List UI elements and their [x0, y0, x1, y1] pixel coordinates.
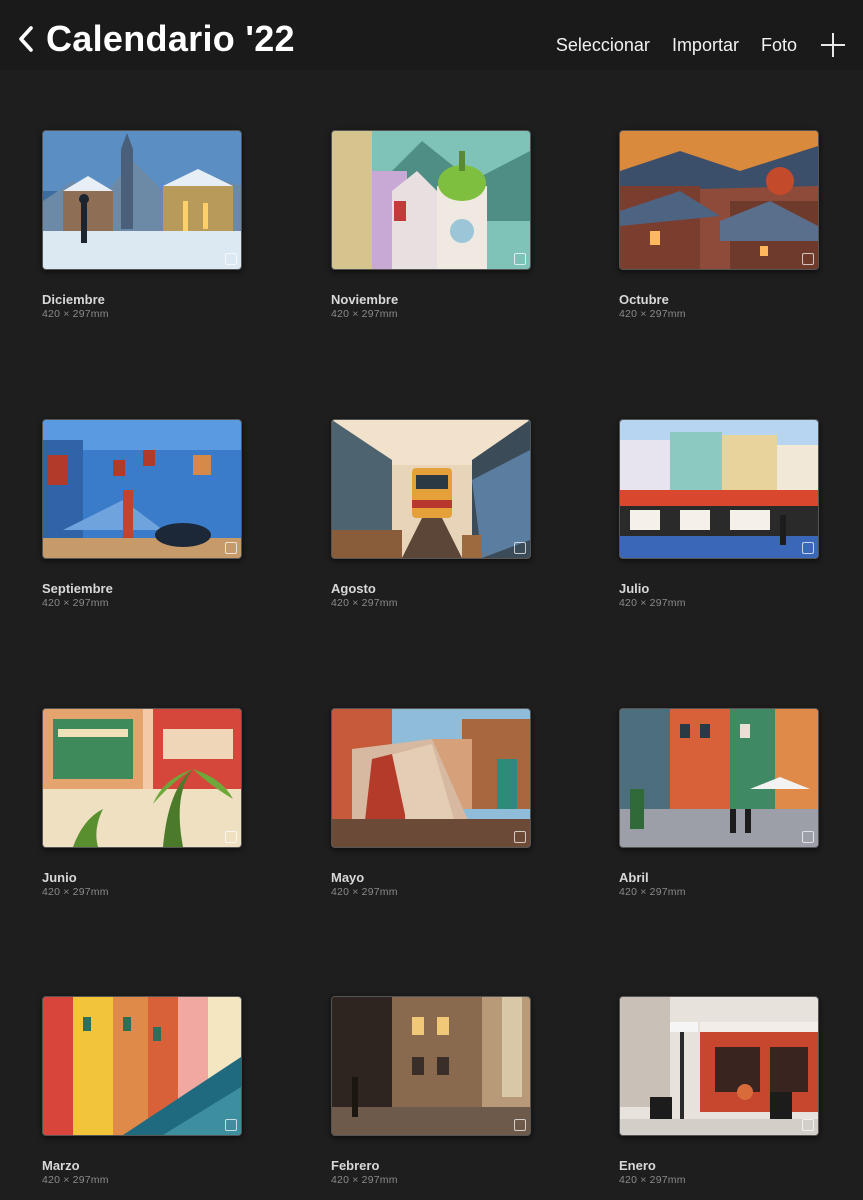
artwork-gallery: Diciembre 420 × 297mm Noviembre 420 × 29… [0, 70, 863, 1200]
artwork-thumbnail[interactable] [331, 996, 531, 1136]
artwork-card-junio[interactable]: Junio 420 × 297mm [42, 708, 242, 899]
artwork-thumbnail[interactable] [42, 419, 242, 559]
artwork-size: 420 × 297mm [619, 597, 686, 609]
select-button[interactable]: Seleccionar [556, 30, 650, 60]
artwork-size: 420 × 297mm [42, 597, 109, 609]
signature-mark [802, 253, 814, 265]
photo-button[interactable]: Foto [761, 30, 797, 60]
artwork-thumbnail[interactable] [42, 708, 242, 848]
artwork-card-octubre[interactable]: Octubre 420 × 297mm [619, 130, 819, 321]
artwork-card-agosto[interactable]: Agosto 420 × 297mm [331, 419, 531, 610]
artwork-size: 420 × 297mm [619, 1174, 686, 1186]
artwork-title: Marzo [42, 1158, 80, 1173]
back-button[interactable] [14, 24, 40, 54]
artwork-title: Abril [619, 870, 649, 885]
signature-mark [802, 831, 814, 843]
signature-mark [225, 1119, 237, 1131]
artwork-card-noviembre[interactable]: Noviembre 420 × 297mm [331, 130, 531, 321]
artwork-card-marzo[interactable]: Marzo 420 × 297mm [42, 996, 242, 1187]
artwork-thumbnail[interactable] [331, 130, 531, 270]
artwork-title: Septiembre [42, 581, 113, 596]
signature-mark [225, 253, 237, 265]
signature-mark [514, 1119, 526, 1131]
artwork-size: 420 × 297mm [331, 308, 398, 320]
artwork-thumbnail[interactable] [331, 419, 531, 559]
artwork-title: Enero [619, 1158, 656, 1173]
artwork-title: Diciembre [42, 292, 105, 307]
artwork-size: 420 × 297mm [331, 1174, 398, 1186]
artwork-title: Julio [619, 581, 650, 596]
artwork-size: 420 × 297mm [331, 886, 398, 898]
signature-mark [514, 542, 526, 554]
artwork-card-febrero[interactable]: Febrero 420 × 297mm [331, 996, 531, 1187]
page-title: Calendario '22 [46, 18, 295, 59]
artwork-title: Agosto [331, 581, 376, 596]
plus-icon[interactable] [821, 33, 845, 57]
signature-mark [225, 831, 237, 843]
toolbar-actions: Seleccionar Importar Foto [534, 30, 845, 60]
signature-mark [225, 542, 237, 554]
artwork-size: 420 × 297mm [331, 597, 398, 609]
artwork-title: Febrero [331, 1158, 380, 1173]
signature-mark [802, 1119, 814, 1131]
artwork-size: 420 × 297mm [619, 886, 686, 898]
artwork-title: Octubre [619, 292, 669, 307]
chevron-left-icon [19, 26, 33, 52]
artwork-card-julio[interactable]: Julio 420 × 297mm [619, 419, 819, 610]
artwork-thumbnail[interactable] [619, 996, 819, 1136]
artwork-thumbnail[interactable] [619, 419, 819, 559]
signature-mark [514, 253, 526, 265]
artwork-thumbnail[interactable] [619, 130, 819, 270]
artwork-title: Noviembre [331, 292, 399, 307]
artwork-card-mayo[interactable]: Mayo 420 × 297mm [331, 708, 531, 899]
artwork-thumbnail[interactable] [619, 708, 819, 848]
artwork-title: Junio [42, 870, 77, 885]
artwork-card-enero[interactable]: Enero 420 × 297mm [619, 996, 819, 1187]
artwork-card-abril[interactable]: Abril 420 × 297mm [619, 708, 819, 899]
artwork-card-diciembre[interactable]: Diciembre 420 × 297mm [42, 130, 242, 321]
artwork-size: 420 × 297mm [619, 308, 686, 320]
artwork-title: Mayo [331, 870, 365, 885]
artwork-size: 420 × 297mm [42, 1174, 109, 1186]
artwork-thumbnail[interactable] [42, 996, 242, 1136]
artwork-size: 420 × 297mm [42, 886, 109, 898]
artwork-card-septiembre[interactable]: Septiembre 420 × 297mm [42, 419, 242, 610]
artwork-thumbnail[interactable] [331, 708, 531, 848]
signature-mark [802, 542, 814, 554]
import-button[interactable]: Importar [672, 30, 739, 60]
signature-mark [514, 831, 526, 843]
top-bar: Calendario '22 Seleccionar Importar Foto [0, 0, 863, 70]
artwork-thumbnail[interactable] [42, 130, 242, 270]
artwork-size: 420 × 297mm [42, 308, 109, 320]
